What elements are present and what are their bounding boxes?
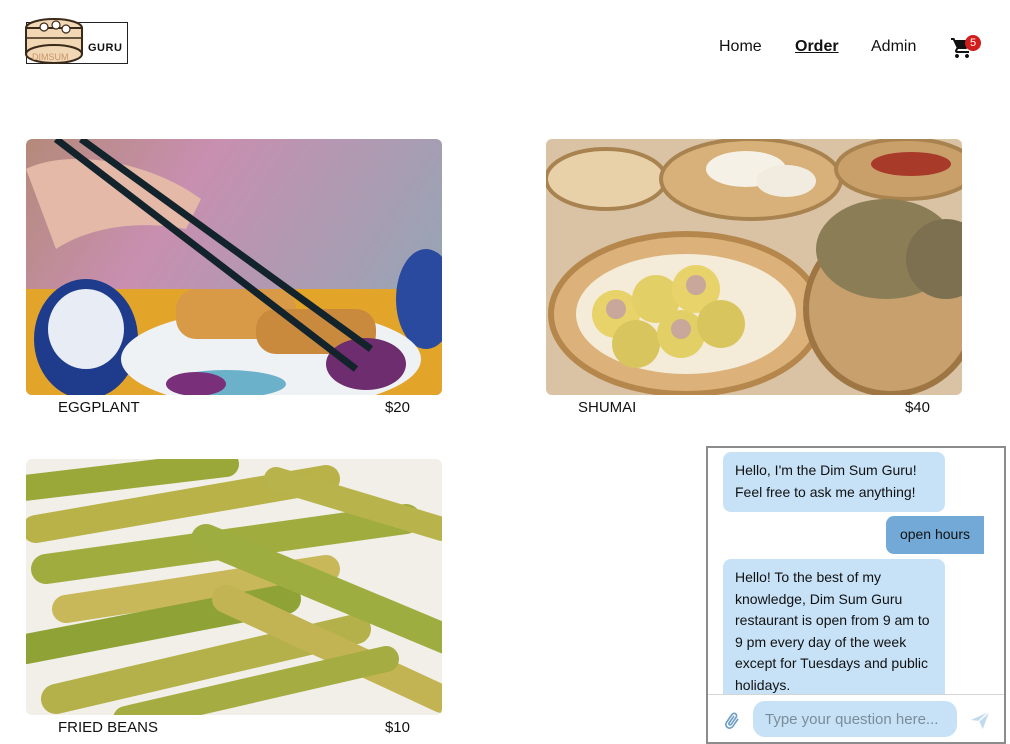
nav-order[interactable]: Order [795,38,839,56]
nav-home[interactable]: Home [719,38,762,56]
nav-admin[interactable]: Admin [871,38,916,56]
paperclip-icon[interactable] [722,711,742,731]
chat-message-bot: Hello, I'm the Dim Sum Guru! Feel free t… [723,452,945,512]
cart-count-badge: 5 [965,35,981,51]
product-price: $10 [384,719,410,736]
send-icon[interactable] [969,709,991,731]
chat-widget: Hello, I'm the Dim Sum Guru! Feel free t… [706,446,1006,744]
eggplant-photo[interactable] [26,139,442,395]
chat-messages[interactable]: Hello, I'm the Dim Sum Guru! Feel free t… [708,448,1004,694]
product-price: $40 [904,399,930,416]
chat-composer [708,694,1004,742]
chat-message-user: open hours [885,516,984,554]
logo-subtext: DIMSUM [32,52,69,62]
product-card-eggplant[interactable]: EGGPLANT $20 [26,139,442,416]
chat-input[interactable] [753,701,957,737]
product-name: EGGPLANT [58,399,140,416]
product-card-fried-beans[interactable]: FRIED BEANS $10 [26,459,442,736]
product-price: $20 [384,399,410,416]
shumai-photo[interactable] [546,139,962,395]
chat-message-bot: Hello! To the best of my knowledge, Dim … [723,559,945,694]
product-card-shumai[interactable]: SHUMAI $40 [546,139,962,416]
fried-beans-photo[interactable] [26,459,442,715]
product-name: FRIED BEANS [58,719,159,736]
product-name: SHUMAI [578,399,637,416]
logo-text: GURU [88,42,123,54]
